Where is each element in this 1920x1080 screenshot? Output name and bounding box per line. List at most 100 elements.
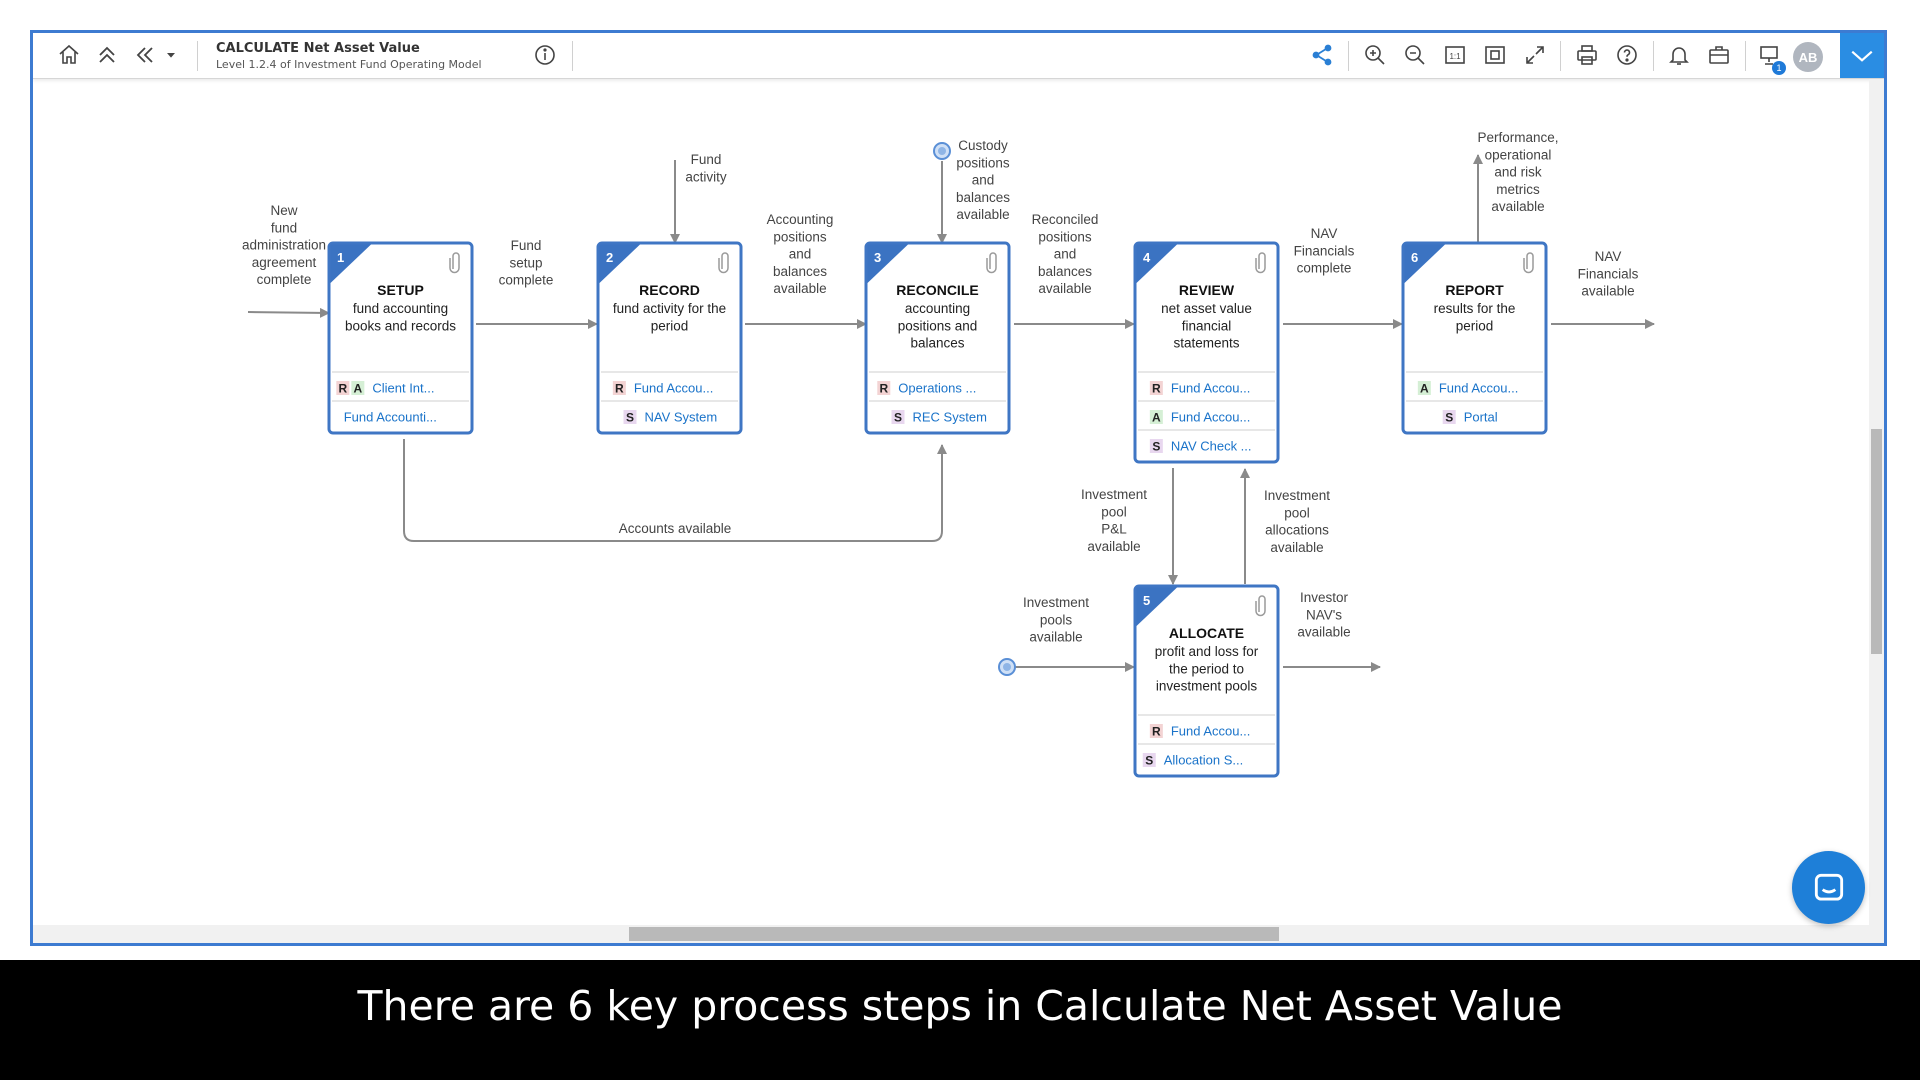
step-description: net asset value xyxy=(1161,301,1252,316)
process-step-reconcile[interactable]: 3 RECONCILE accounting positions and balance… xyxy=(864,241,1011,435)
chat-icon xyxy=(1814,873,1843,901)
avatar[interactable]: AB xyxy=(1793,42,1823,72)
page-subtitle: Level 1.2.4 of Investment Fund Operating… xyxy=(216,58,482,71)
flow-label-accounting-positions: and xyxy=(789,247,812,262)
step-card[interactable] xyxy=(596,241,743,435)
step-card[interactable] xyxy=(1133,241,1280,464)
role-link[interactable]: Fund Accou... xyxy=(1171,381,1251,396)
process-step-review[interactable]: 4 REVIEW net asset value financial statement… xyxy=(1133,241,1280,464)
flow-label-investment-pools-available: pools xyxy=(1040,612,1073,627)
role-badge-r: R xyxy=(1152,725,1161,739)
zoom-in-icon[interactable] xyxy=(1361,41,1389,69)
role-link[interactable]: Portal xyxy=(1464,410,1498,425)
role-link[interactable]: NAV System xyxy=(645,410,718,425)
step-card[interactable] xyxy=(1401,241,1548,435)
role-link[interactable]: Allocation S... xyxy=(1164,753,1244,768)
role-link[interactable]: NAV Check ... xyxy=(1171,439,1252,454)
role-badge-s: S xyxy=(626,411,634,425)
flow-label-accounting-positions: available xyxy=(773,281,826,296)
role-badge-a: A xyxy=(1152,411,1161,425)
divider xyxy=(1560,41,1561,71)
flow-label-performance-metrics: metrics xyxy=(1496,182,1540,197)
step-title: REPORT xyxy=(1445,282,1504,298)
process-step-report[interactable]: 6 REPORT results for the period A Fund Accou.… xyxy=(1401,241,1548,435)
horizontal-scrollbar-thumb[interactable] xyxy=(629,927,1279,941)
flow-label-investment-pools-available: Investment xyxy=(1023,595,1089,610)
step-description: balances xyxy=(910,336,964,351)
flow-label-investment-pool-pl: Investment xyxy=(1081,487,1147,502)
vertical-scrollbar[interactable] xyxy=(1869,79,1884,943)
step-number: 4 xyxy=(1143,250,1151,265)
vertical-scrollbar-thumb[interactable] xyxy=(1871,429,1882,654)
zoom-out-icon[interactable] xyxy=(1401,41,1429,69)
divider xyxy=(1653,41,1654,71)
role-link[interactable]: Fund Accounti... xyxy=(344,410,437,425)
step-title: RECONCILE xyxy=(896,282,978,298)
step-description: fund accounting xyxy=(353,301,448,316)
flow-label-fund-activity: activity xyxy=(685,169,727,184)
step-description: profit and loss for xyxy=(1155,644,1259,659)
role-link[interactable]: Fund Accou... xyxy=(634,381,714,396)
step-description: period xyxy=(1456,318,1494,333)
process-step-record[interactable]: 2 RECORD fund activity for the period R Fund … xyxy=(596,241,743,435)
flow-label-new-fund: administration xyxy=(242,238,326,253)
share-icon[interactable] xyxy=(1308,41,1336,69)
role-link[interactable]: Fund Accou... xyxy=(1171,724,1251,739)
step-card[interactable] xyxy=(327,241,474,435)
flow-label-custody-positions: and xyxy=(972,173,995,188)
help-icon[interactable] xyxy=(1613,41,1641,69)
notification-badge: 1 xyxy=(1772,61,1786,75)
actual-size-icon[interactable]: 1:1 xyxy=(1441,41,1469,69)
flow-label-nav-financials-complete: NAV xyxy=(1311,226,1338,241)
home-icon[interactable] xyxy=(55,41,83,69)
flow-label-fund-activity: Fund xyxy=(691,152,722,167)
step-title: SETUP xyxy=(377,282,424,298)
role-badge-a: A xyxy=(354,382,363,396)
briefcase-icon[interactable] xyxy=(1705,41,1733,69)
flow-label-reconciled-positions: available xyxy=(1038,281,1091,296)
step-title: REVIEW xyxy=(1179,282,1235,298)
step-description: results for the xyxy=(1434,301,1516,316)
flow-label-investor-navs: NAV's xyxy=(1306,607,1342,622)
page-title: CALCULATE Net Asset Value xyxy=(216,41,420,56)
flow-label-fund-setup: setup xyxy=(509,255,542,270)
step-description: accounting xyxy=(905,301,970,316)
bell-icon[interactable] xyxy=(1665,41,1693,69)
role-link[interactable]: Fund Accou... xyxy=(1439,381,1519,396)
role-badge-s: S xyxy=(1145,754,1153,768)
flow-label-fund-setup: Fund xyxy=(511,238,542,253)
collapse-chevron-icon[interactable] xyxy=(1840,33,1884,78)
page-title-block: CALCULATE Net Asset Value Level 1.2.4 of… xyxy=(216,41,482,71)
caret-down-icon[interactable] xyxy=(163,41,179,69)
chat-button[interactable] xyxy=(1792,851,1865,924)
divider xyxy=(1745,41,1746,71)
role-link[interactable]: Fund Accou... xyxy=(1171,410,1251,425)
role-link[interactable]: Client Int... xyxy=(372,381,434,396)
role-badge-s: S xyxy=(894,411,902,425)
flow-label-new-fund: fund xyxy=(271,220,297,235)
role-link[interactable]: Operations ... xyxy=(898,381,976,396)
flow-label-nav-financials-available: available xyxy=(1581,284,1634,299)
process-step-allocate[interactable]: 5 ALLOCATE profit and loss for the period t… xyxy=(1133,584,1280,778)
process-step-setup[interactable]: 1 SETUP fund accounting books and records R A… xyxy=(327,241,474,435)
step-description: positions and xyxy=(898,318,978,333)
flow-label-performance-metrics: available xyxy=(1491,199,1544,214)
step-title: ALLOCATE xyxy=(1169,625,1244,641)
flow-label-nav-financials-available: NAV xyxy=(1595,249,1622,264)
flow-label-accounting-positions: Accounting xyxy=(767,212,834,227)
role-link[interactable]: REC System xyxy=(913,410,987,425)
flow-arrow xyxy=(247,307,330,318)
step-description: the period to xyxy=(1169,661,1244,676)
chevrons-up-icon[interactable] xyxy=(93,41,121,69)
info-icon[interactable] xyxy=(531,41,559,69)
fit-page-icon[interactable] xyxy=(1481,41,1509,69)
print-icon[interactable] xyxy=(1573,41,1601,69)
step-number: 2 xyxy=(606,250,613,265)
horizontal-scrollbar[interactable] xyxy=(33,925,1869,943)
flow-label-investor-navs: Investor xyxy=(1300,590,1349,605)
chevrons-left-icon[interactable] xyxy=(131,41,159,69)
flow-label-performance-metrics: operational xyxy=(1485,147,1552,162)
step-description: books and records xyxy=(345,318,456,333)
expand-icon[interactable] xyxy=(1521,41,1549,69)
flow-label-investment-pool-pl: P&L xyxy=(1101,522,1127,537)
